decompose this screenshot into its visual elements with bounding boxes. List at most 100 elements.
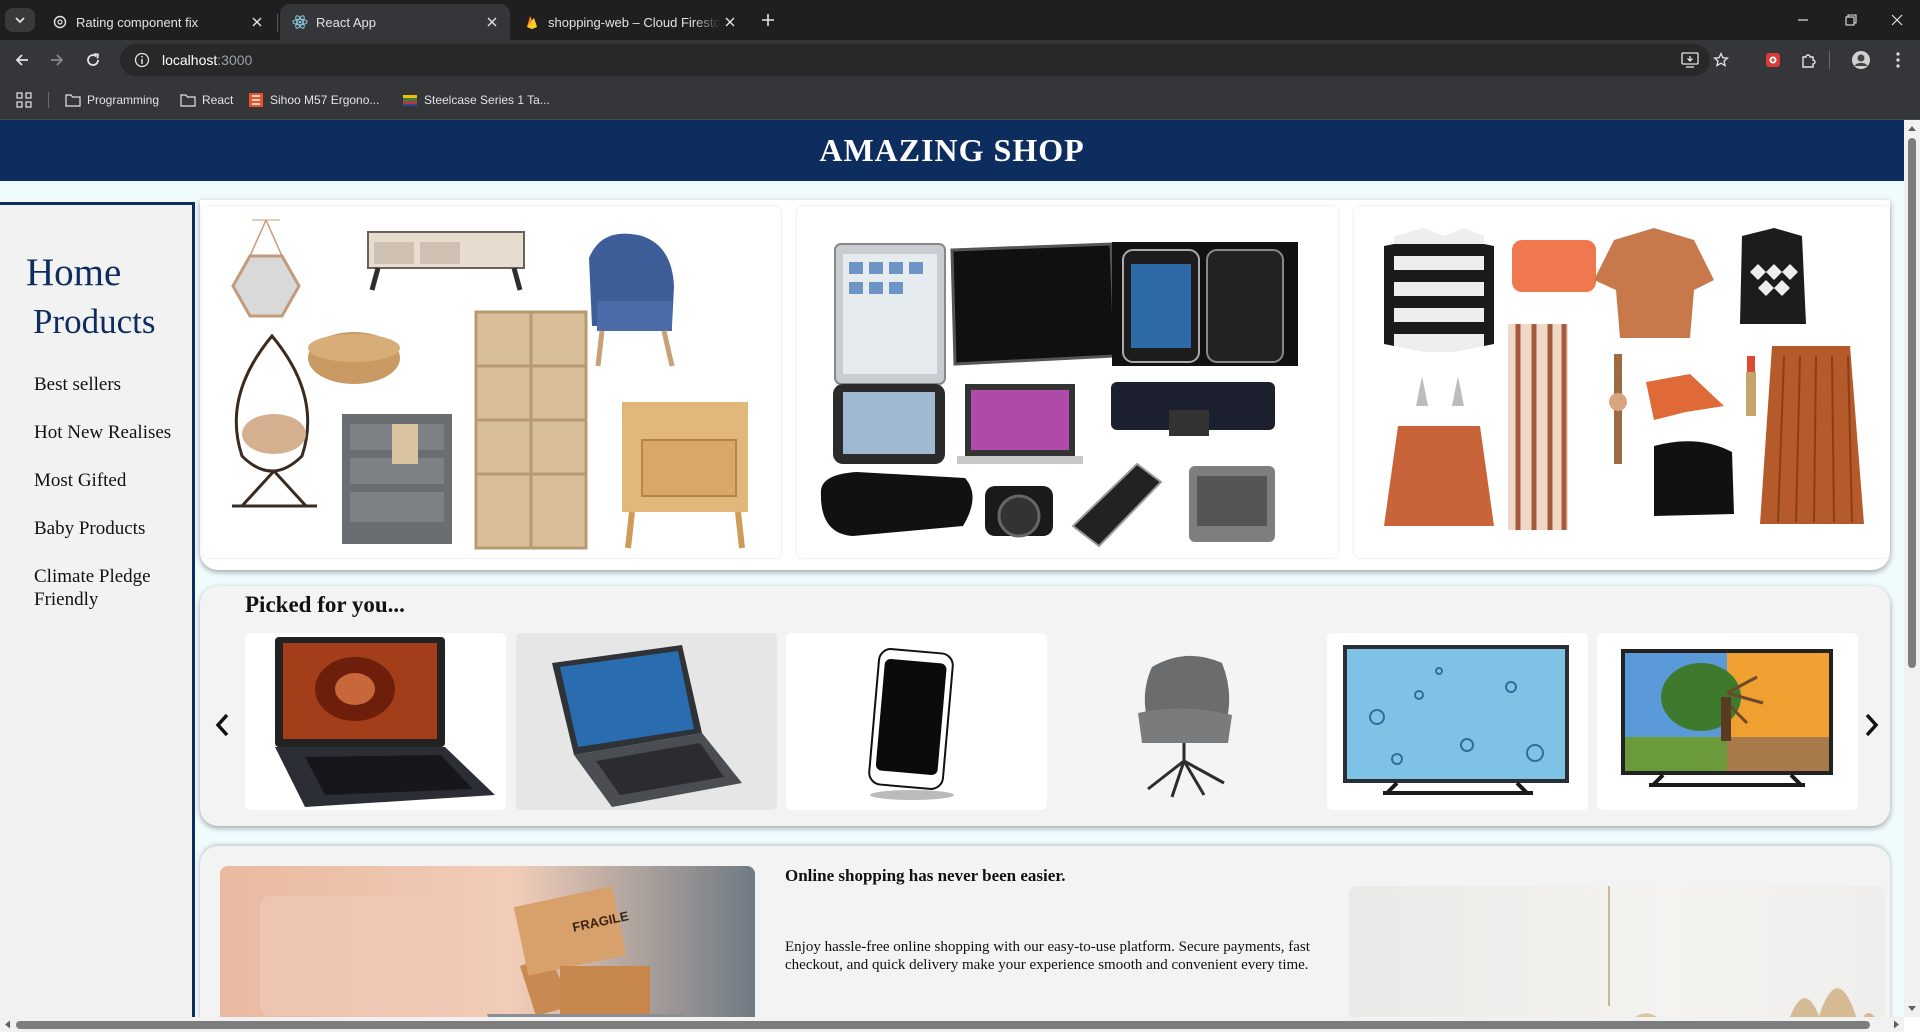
address-bar[interactable]: localhost:3000 <box>120 44 1729 76</box>
react-icon <box>292 14 308 30</box>
firebase-icon <box>524 14 540 30</box>
bookmark-label: Programming <box>87 93 160 107</box>
laptop-wood-screen-image <box>275 637 495 807</box>
sidebar-item-hot-new-realises[interactable]: Hot New Realises <box>34 421 184 444</box>
furniture-collage[interactable] <box>202 206 781 558</box>
tab-react-app[interactable]: React App <box>280 4 510 40</box>
extensions-puzzle-icon[interactable] <box>1797 48 1821 72</box>
site-info-icon[interactable] <box>132 50 152 70</box>
site-title: AMAZING SHOP <box>819 132 1085 168</box>
chevron-left-icon <box>215 713 229 737</box>
electronics-collage[interactable] <box>797 206 1338 558</box>
bookmark-star-icon[interactable] <box>1711 50 1731 70</box>
scroll-left-icon[interactable] <box>2 1017 14 1032</box>
apps-grid-icon <box>16 92 32 108</box>
new-tab-button[interactable] <box>758 10 778 30</box>
product-card[interactable] <box>516 633 777 810</box>
tv-water-drops-image <box>1343 645 1569 795</box>
plus-icon <box>762 14 774 26</box>
url-port: :3000 <box>217 52 253 68</box>
arrow-right-icon <box>51 54 64 66</box>
tab-title: React App <box>316 14 376 30</box>
product-card[interactable] <box>1056 633 1317 810</box>
url-host: localhost <box>162 52 218 68</box>
fashion-collage[interactable] <box>1354 206 1890 558</box>
restore-icon <box>1845 14 1857 26</box>
sidebar-item-baby-products[interactable]: Baby Products <box>34 517 184 540</box>
folder-icon <box>65 92 81 108</box>
sidebar-item-climate-pledge-friendly[interactable]: Climate Pledge Friendly <box>34 565 184 611</box>
electronics-collage-image <box>820 242 1298 548</box>
sihoo-favicon <box>248 92 264 108</box>
bookmark-react[interactable]: React <box>180 90 233 110</box>
interior-plant-image <box>1349 886 1885 1017</box>
close-tab-icon[interactable] <box>720 12 740 32</box>
browser-tab-bar: Rating component fix React App shopping-… <box>0 0 1920 40</box>
close-tab-icon[interactable] <box>482 12 502 32</box>
bookmarks-bar: Programming React Sihoo M57 Ergono... St… <box>0 80 1920 120</box>
tab-title: shopping-web – Cloud Firestore <box>548 14 720 30</box>
reload-button[interactable] <box>79 46 107 74</box>
extension-red-icon[interactable] <box>1761 48 1785 72</box>
main-content: Picked for you... FRAGILE Online shoppin… <box>200 200 1890 1017</box>
gray-armchair-image <box>1056 633 1317 810</box>
minimize-icon <box>1798 19 1808 21</box>
steelcase-favicon <box>402 92 418 108</box>
fashion-collage-image <box>1384 228 1864 530</box>
sidebar-products-heading[interactable]: Products <box>33 302 156 342</box>
tab-search-button[interactable] <box>5 8 35 32</box>
scroll-down-icon[interactable] <box>1904 1003 1920 1015</box>
close-window-button[interactable] <box>1874 6 1920 34</box>
folder-icon <box>180 92 196 108</box>
tab-title: Rating component fix <box>76 14 199 30</box>
vertical-scroll-thumb[interactable] <box>1908 138 1916 668</box>
horizontal-scroll-thumb[interactable] <box>16 1021 1870 1029</box>
carousel-prev-button[interactable] <box>210 710 234 740</box>
chevron-right-icon <box>1865 713 1879 737</box>
picked-for-you-section: Picked for you... <box>200 586 1890 826</box>
bookmark-programming[interactable]: Programming <box>65 90 159 110</box>
bookmark-sihoo[interactable]: Sihoo M57 Ergono... <box>248 90 379 110</box>
section-title: Picked for you... <box>245 592 405 617</box>
bookmark-steelcase[interactable]: Steelcase Series 1 Ta... <box>402 90 550 110</box>
sidebar-item-most-gifted[interactable]: Most Gifted <box>34 469 184 492</box>
product-card[interactable] <box>1597 633 1858 810</box>
sidebar: Home Products Best sellers Hot New Reali… <box>0 202 195 1017</box>
url-text: localhost:3000 <box>162 52 252 68</box>
restore-button[interactable] <box>1828 6 1874 34</box>
bookmark-label: Sihoo M57 Ergono... <box>270 93 380 107</box>
chevron-down-icon <box>15 17 25 24</box>
product-card[interactable] <box>1327 633 1588 810</box>
scroll-up-icon[interactable] <box>1904 122 1920 134</box>
tab-shopping-web-firestore[interactable]: shopping-web – Cloud Firestore <box>512 4 748 40</box>
reload-icon <box>87 53 100 66</box>
product-card[interactable] <box>786 633 1047 810</box>
profile-avatar[interactable] <box>1849 48 1873 72</box>
promo-heading: Online shopping has never been easier. <box>785 866 1066 885</box>
carousel-next-button[interactable] <box>1860 710 1884 740</box>
forward-button[interactable] <box>43 46 71 74</box>
openai-icon <box>52 14 68 30</box>
sidebar-item-best-sellers[interactable]: Best sellers <box>34 373 184 396</box>
tv-tree-image <box>1621 649 1833 787</box>
tab-rating-component-fix[interactable]: Rating component fix <box>40 4 275 40</box>
scroll-right-icon[interactable] <box>1890 1017 1902 1032</box>
vertical-scrollbar[interactable] <box>1904 120 1920 1017</box>
apps-grid-button[interactable] <box>16 90 32 110</box>
close-tab-icon[interactable] <box>247 12 267 32</box>
close-icon <box>1891 14 1903 26</box>
install-app-icon[interactable] <box>1680 50 1700 70</box>
toolbar-divider <box>1829 51 1830 69</box>
hero-banner <box>200 200 1890 570</box>
bookmark-label: Steelcase Series 1 Ta... <box>424 93 550 107</box>
browser-menu-icon[interactable] <box>1886 48 1910 72</box>
bookmarks-divider <box>48 92 49 108</box>
minimize-button[interactable] <box>1780 6 1826 34</box>
promo-text: Enjoy hassle-free online shopping with o… <box>785 939 1310 973</box>
smartphone-image <box>868 648 954 800</box>
product-card[interactable] <box>245 633 506 810</box>
site-header: AMAZING SHOP <box>0 120 1904 181</box>
sidebar-home-link[interactable]: Home <box>26 250 121 295</box>
back-button[interactable] <box>8 46 36 74</box>
horizontal-scrollbar[interactable] <box>0 1017 1904 1032</box>
